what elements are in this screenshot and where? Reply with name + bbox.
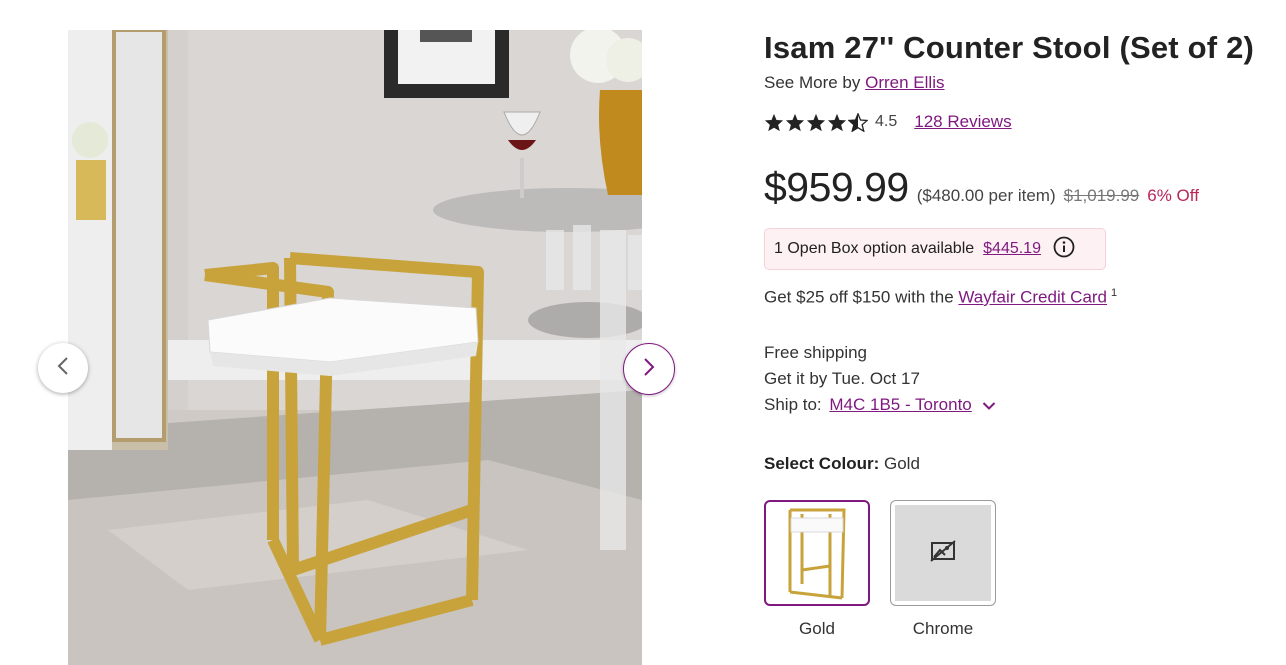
promo-text: Get $25 off $150 with the — [764, 287, 954, 307]
see-more-prefix: See More by — [764, 73, 861, 92]
product-info: Isam 27'' Counter Stool (Set of 2) See M… — [764, 28, 1284, 638]
gallery-prev-button[interactable] — [38, 343, 88, 393]
star-half-icon — [848, 112, 868, 132]
chevron-left-icon — [56, 356, 70, 381]
see-more-by: See More by Orren Ellis — [764, 73, 944, 93]
star-rating — [764, 112, 868, 132]
colour-option-label: Gold — [799, 619, 835, 638]
delivery-date: Get it by Tue. Oct 17 — [764, 369, 920, 388]
gold-stool-thumbnail — [788, 508, 846, 600]
brand-link[interactable]: Orren Ellis — [865, 73, 944, 92]
reviews-link[interactable]: 128 Reviews — [914, 112, 1011, 132]
info-icon[interactable] — [1053, 236, 1075, 263]
colour-swatch-gold[interactable] — [764, 500, 870, 606]
star-icon — [806, 113, 826, 131]
colour-label-prefix: Select Colour: — [764, 454, 880, 473]
product-image[interactable] — [68, 30, 642, 665]
chevron-down-icon[interactable] — [982, 393, 996, 419]
rating-value: 4.5 — [875, 113, 898, 130]
chevron-right-icon — [642, 357, 656, 382]
product-title: Isam 27'' Counter Stool (Set of 2) — [764, 30, 1255, 65]
selected-colour: Gold — [883, 454, 920, 473]
per-item-price: ($480.00 per item) — [916, 186, 1056, 205]
free-shipping: Free shipping — [764, 343, 868, 362]
original-price: $1,019.99 — [1063, 186, 1140, 205]
discount-badge: 6% Off — [1147, 186, 1199, 205]
star-icon — [764, 113, 784, 131]
rating-row: 4.5 128 Reviews — [764, 112, 1012, 132]
colour-swatch-chrome[interactable] — [890, 500, 996, 606]
sale-price: $959.99 — [764, 164, 909, 210]
open-box-text: 1 Open Box option available — [774, 240, 975, 257]
shipping-info: Free shipping Get it by Tue. Oct 17 Ship… — [764, 340, 996, 419]
gallery-next-button[interactable] — [623, 343, 675, 395]
no-image-icon — [930, 539, 956, 567]
ship-to-postal-link[interactable]: M4C 1B5 - Toronto — [829, 395, 971, 414]
colour-option-label: Chrome — [912, 619, 974, 638]
price-row: $959.99 ($480.00 per item) $1,019.99 6% … — [764, 164, 1199, 211]
image-unavailable-placeholder — [895, 505, 991, 601]
credit-card-promo: Get $25 off $150 with the Wayfair Credit… — [764, 287, 1117, 308]
open-box-banner: 1 Open Box option available $445.19 — [764, 228, 1106, 270]
star-icon — [785, 113, 805, 131]
ship-to-label: Ship to: — [764, 395, 822, 414]
select-colour-label: Select Colour: Gold — [764, 454, 920, 474]
promo-footnote: 1 — [1111, 287, 1118, 299]
ship-to-row: Ship to: M4C 1B5 - Toronto — [764, 392, 996, 419]
open-box-price-link[interactable]: $445.19 — [983, 240, 1041, 258]
credit-card-link[interactable]: Wayfair Credit Card — [958, 288, 1107, 307]
star-icon — [827, 113, 847, 131]
